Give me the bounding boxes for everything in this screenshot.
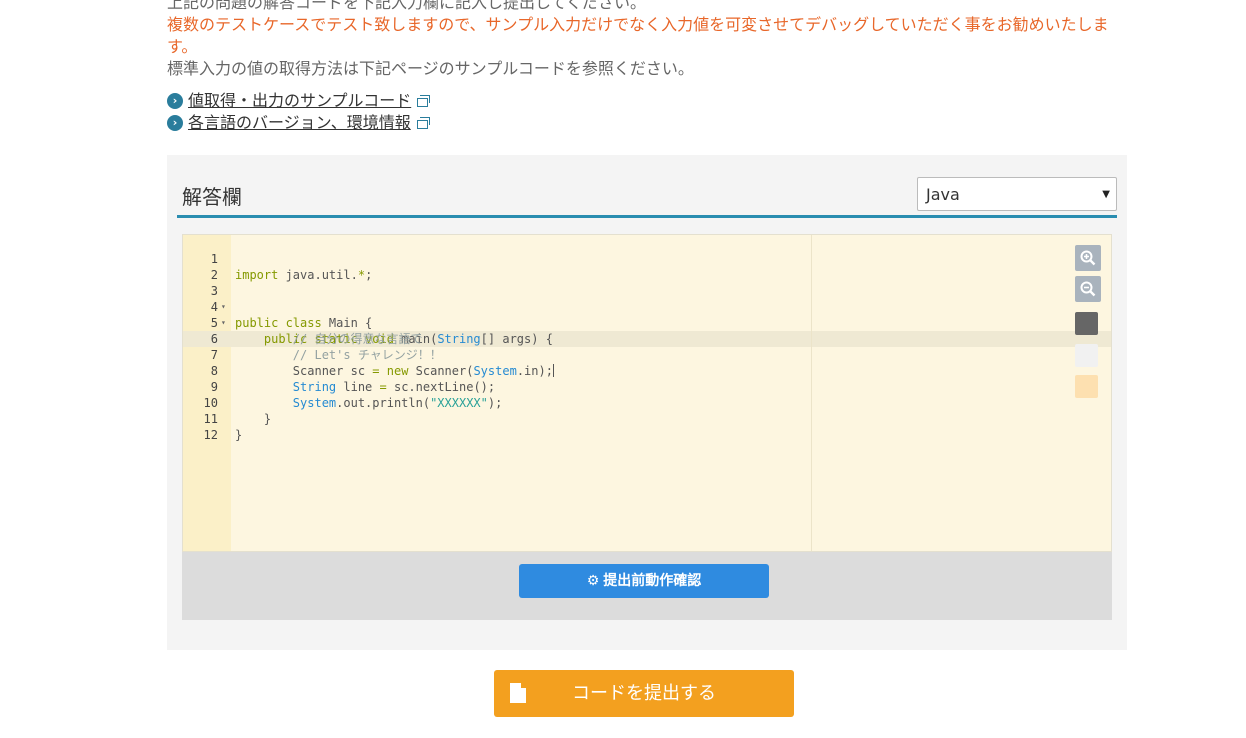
code-line: 1 import java.util.*;: [183, 235, 1111, 282]
theme-dark-button[interactable]: [1075, 312, 1098, 335]
file-icon: [510, 683, 526, 703]
intro-line-3: 標準入力の値の取得方法は下記ページのサンプルコードを参照ください。: [167, 59, 694, 78]
answer-panel: 解答欄 Java ▼ 1 import java.util.*; 2 3 ▾ p…: [167, 155, 1127, 650]
theme-light-button[interactable]: [1075, 344, 1098, 367]
code-line: 3 ▾ public class Main {: [183, 267, 1111, 330]
answer-title: 解答欄: [182, 185, 242, 209]
language-select[interactable]: Java ▼: [917, 177, 1117, 211]
code-line: 11 }: [183, 395, 1111, 442]
intro-warning: 複数のテストケースでテスト致しますので、サンプル入力だけでなく入力値を可変させて…: [167, 15, 1109, 56]
submit-code-label: コードを提出する: [572, 683, 716, 704]
code-line: 5 // 自分の得意な言語で: [183, 299, 1111, 346]
code-line: 9 System.out.println("XXXXXX");: [183, 363, 1111, 410]
submit-code-button[interactable]: コードを提出する: [494, 670, 794, 717]
reference-links: › 値取得・出力のサンプルコード › 各言語のバージョン、環境情報: [167, 90, 431, 134]
code-text: }: [235, 427, 242, 443]
arrow-circle-icon: ›: [167, 115, 183, 131]
code-editor[interactable]: 1 import java.util.*; 2 3 ▾ public class…: [182, 234, 1112, 552]
run-area: ⚙ 提出前動作確認: [182, 552, 1112, 620]
language-select-value: Java: [926, 185, 960, 204]
link-language-versions-label[interactable]: 各言語のバージョン、環境情報: [188, 112, 411, 134]
zoom-in-button[interactable]: [1075, 245, 1101, 271]
intro-text: 上記の問題の解答コードを下記入力欄に記入し提出してください。 複数のテストケース…: [167, 0, 1127, 80]
intro-line-1: 上記の問題の解答コードを下記入力欄に記入し提出してください。: [167, 0, 647, 12]
code-line: 2: [183, 251, 1111, 282]
link-sample-code-label[interactable]: 値取得・出力のサンプルコード: [188, 90, 411, 112]
external-link-icon: [417, 94, 431, 107]
gear-icon: ⚙: [586, 573, 600, 589]
line-number: 12: [203, 428, 218, 442]
external-link-icon: [416, 116, 430, 129]
answer-header: 解答欄 Java ▼: [177, 175, 1117, 218]
code-line: 10 }: [183, 379, 1111, 426]
arrow-circle-icon: ›: [167, 93, 183, 109]
theme-solarized-button[interactable]: [1075, 375, 1098, 398]
code-line: 7 Scanner sc = new Scanner(System.in);: [183, 331, 1111, 378]
link-sample-code[interactable]: › 値取得・出力のサンプルコード: [167, 90, 431, 112]
code-line: 8 String line = sc.nextLine();: [183, 347, 1111, 394]
run-test-button[interactable]: ⚙ 提出前動作確認: [519, 564, 769, 598]
code-line: 6 // Let's チャレンジ！！: [183, 315, 1111, 362]
code-line: 4 ▾ public static void main(String[] arg…: [183, 283, 1111, 346]
zoom-out-icon: [1080, 281, 1096, 297]
link-language-versions[interactable]: › 各言語のバージョン、環境情報: [167, 112, 430, 134]
run-test-label: 提出前動作確認: [603, 573, 702, 589]
chevron-down-icon: ▼: [1102, 189, 1110, 200]
code-line: 12: [183, 411, 1111, 442]
zoom-out-button[interactable]: [1075, 276, 1101, 302]
code-token: }: [235, 428, 243, 442]
zoom-in-icon: [1080, 250, 1096, 266]
